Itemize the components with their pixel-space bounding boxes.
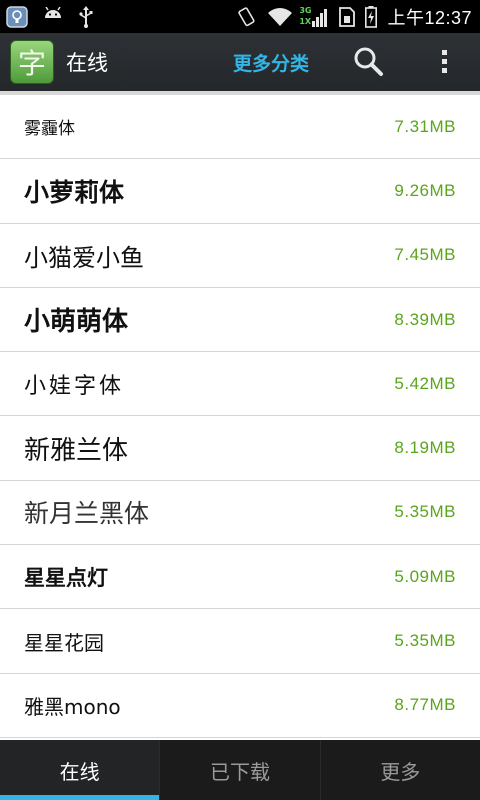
font-size: 8.19MB xyxy=(394,438,456,458)
status-bar-right: 3G 1X 上午12:37 xyxy=(225,4,472,30)
tab-downloaded[interactable]: 已下载 xyxy=(160,740,321,800)
font-size: 8.77MB xyxy=(394,695,456,715)
list-item[interactable]: 雅黑mono 8.77MB xyxy=(0,674,480,738)
font-name: 雅黑mono xyxy=(24,694,121,719)
status-time: 上午12:37 xyxy=(387,7,472,28)
font-name: 小娃字体 xyxy=(24,373,125,399)
list-item[interactable]: 星星点灯 5.09MB xyxy=(0,545,480,610)
more-categories-button[interactable]: 更多分类 xyxy=(233,49,309,76)
status-bar: 3G 1X 上午12:37 xyxy=(0,0,480,33)
list-item[interactable]: 小萌萌体 8.39MB xyxy=(0,288,480,353)
search-button[interactable] xyxy=(350,43,386,79)
font-size: 7.45MB xyxy=(394,245,456,265)
font-size: 8.39MB xyxy=(394,309,456,329)
font-name: 星星花园 xyxy=(24,630,104,655)
tab-more[interactable]: 更多 xyxy=(321,740,480,800)
font-size: 5.35MB xyxy=(394,631,456,651)
font-name: 新月兰黑体 xyxy=(24,499,150,529)
search-icon xyxy=(352,45,384,77)
signal-icon: 3G 1X xyxy=(299,7,329,27)
wifi-icon xyxy=(267,7,293,27)
list-item[interactable]: 小猫爱小鱼 7.45MB xyxy=(0,224,480,288)
notification-icon xyxy=(6,5,28,28)
list-item[interactable]: 小娃字体 5.42MB xyxy=(0,352,480,417)
usb-icon xyxy=(78,5,94,28)
app-icon[interactable]: 字 xyxy=(10,40,54,84)
bottom-tab-bar: 在线 已下载 更多 xyxy=(0,740,480,800)
font-name: 小猫爱小鱼 xyxy=(24,243,144,272)
list-item[interactable]: 小萝莉体 9.26MB xyxy=(0,159,480,224)
app-icon-glyph: 字 xyxy=(17,47,46,80)
tab-online[interactable]: 在线 xyxy=(0,740,161,800)
font-name: 小萌萌体 xyxy=(24,307,129,338)
font-name: 星星点灯 xyxy=(24,565,108,590)
page-title: 在线 xyxy=(66,51,108,75)
overflow-menu-icon xyxy=(441,48,447,75)
font-size: 5.42MB xyxy=(394,373,456,393)
font-size: 7.31MB xyxy=(394,116,456,136)
android-icon xyxy=(42,6,64,27)
battery-icon xyxy=(365,5,378,28)
overflow-menu-button[interactable] xyxy=(432,43,456,79)
list-item[interactable]: 雾霾体 7.31MB xyxy=(0,95,480,160)
font-name: 雾霾体 xyxy=(24,119,75,140)
font-size: 5.09MB xyxy=(394,566,456,586)
font-list[interactable]: 雾霾体 7.31MB 小萝莉体 9.26MB 小猫爱小鱼 7.45MB 小萌萌体… xyxy=(0,95,480,738)
rotate-icon xyxy=(235,6,257,28)
status-bar-left xyxy=(6,5,108,28)
network-type-badge: 3G 1X xyxy=(299,6,312,26)
action-bar: 字 在线 更多分类 xyxy=(0,33,480,91)
font-size: 9.26MB xyxy=(394,180,456,200)
sim-icon xyxy=(339,6,356,27)
list-item[interactable]: 新雅兰体 8.19MB xyxy=(0,416,480,481)
list-item[interactable]: 新月兰黑体 5.35MB xyxy=(0,481,480,546)
font-name: 新雅兰体 xyxy=(24,435,129,466)
list-item[interactable]: 星星花园 5.35MB xyxy=(0,609,480,674)
font-size: 5.35MB xyxy=(394,502,456,522)
font-name: 小萝莉体 xyxy=(24,177,125,207)
